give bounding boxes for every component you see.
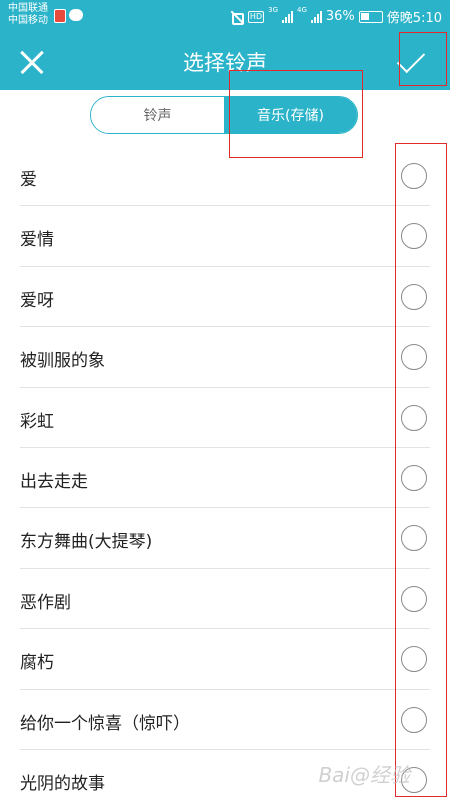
ringtone-source-tabs: 铃声 音乐(存储) — [90, 96, 358, 134]
list-item[interactable]: 给你一个惊喜（惊吓） — [0, 690, 450, 750]
song-title: 被驯服的象 — [20, 351, 105, 372]
list-item[interactable]: 爱 — [0, 146, 450, 207]
radio-button[interactable] — [401, 585, 427, 612]
song-title: 爱呀 — [20, 290, 54, 311]
network-3g-label: 3G — [268, 6, 278, 14]
signal-icon-2 — [310, 10, 322, 23]
song-list: 爱 爱情 爱呀 被驯服的象 彩虹 出去走走 东方舞曲(大提琴) 恶作剧 腐朽 给… — [0, 146, 450, 800]
toolbar: 选择铃声 — [0, 32, 450, 90]
page-title: 选择铃声 — [183, 51, 267, 75]
mute-icon — [230, 10, 244, 25]
network-4g-label: 4G — [297, 6, 307, 14]
app-notification-icon — [54, 9, 66, 23]
song-title: 东方舞曲(大提琴) — [20, 532, 153, 553]
radio-button[interactable] — [401, 283, 427, 310]
chat-bubble-icon — [69, 9, 83, 21]
list-item[interactable]: 东方舞曲(大提琴) — [0, 508, 450, 569]
signal-icon — [282, 10, 293, 23]
list-item[interactable]: 彩虹 — [0, 388, 450, 448]
radio-button[interactable] — [401, 646, 427, 673]
watermark: Bai@经验 — [318, 763, 410, 787]
radio-button[interactable] — [401, 404, 427, 431]
status-bar: 中国联通 中国移动 HD 3G 4G 36% 傍晚5:10 — [0, 0, 450, 32]
notification-icons — [54, 9, 83, 23]
carrier-names: 中国联通 中国移动 — [8, 3, 48, 27]
carrier-1: 中国联通 — [8, 3, 48, 14]
tab-music-storage[interactable]: 音乐(存储) — [224, 97, 357, 133]
radio-button[interactable] — [401, 464, 427, 491]
song-title: 恶作剧 — [20, 592, 71, 613]
list-item[interactable]: 爱情 — [0, 206, 450, 267]
radio-button[interactable] — [401, 163, 427, 189]
song-title: 光阴的故事 — [20, 773, 105, 794]
song-title: 彩虹 — [20, 411, 54, 432]
list-item[interactable]: 恶作剧 — [0, 569, 450, 630]
list-item[interactable]: 腐朽 — [0, 629, 450, 690]
battery-icon — [358, 10, 383, 23]
song-title: 爱 — [20, 170, 37, 190]
radio-button[interactable] — [401, 525, 427, 552]
list-item[interactable]: 被驯服的象 — [0, 327, 450, 388]
hd-badge: HD — [247, 10, 265, 23]
confirm-check-icon[interactable] — [392, 40, 436, 84]
radio-button[interactable] — [401, 223, 427, 250]
list-item[interactable]: 爱呀 — [0, 267, 450, 328]
tab-ringtone[interactable]: 铃声 — [91, 97, 224, 133]
clock: 傍晚5:10 — [386, 11, 442, 26]
list-item[interactable]: 出去走走 — [0, 448, 450, 509]
song-title: 腐朽 — [20, 653, 54, 674]
song-title: 出去走走 — [20, 471, 88, 492]
song-title: 爱情 — [20, 230, 54, 251]
status-icons: HD 3G 4G 36% 傍晚5:10 — [230, 6, 442, 26]
song-title: 给你一个惊喜（惊吓） — [20, 713, 190, 734]
carrier-2: 中国移动 — [8, 15, 48, 26]
radio-button[interactable] — [401, 344, 427, 371]
radio-button[interactable] — [401, 706, 427, 733]
battery-percent: 36% — [325, 9, 355, 24]
